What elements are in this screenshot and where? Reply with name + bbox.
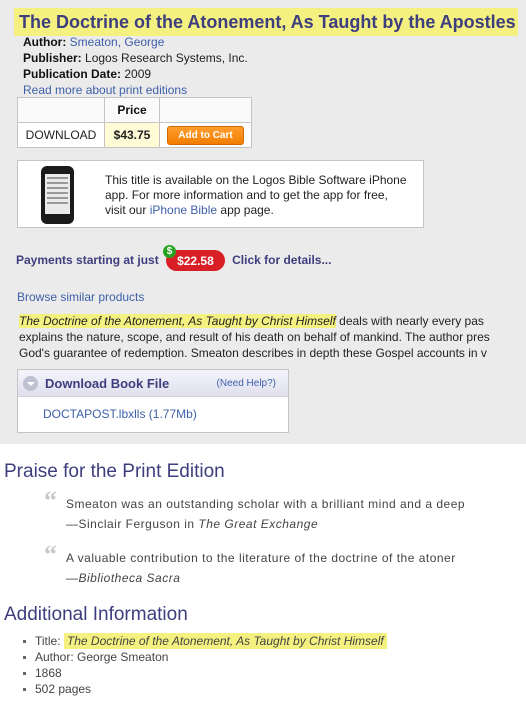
quote-attribution: —Bibliotheca Sacra: [66, 568, 180, 588]
chevron-down-icon[interactable]: [23, 376, 38, 391]
iphone-screen: [45, 174, 70, 214]
product-title: The Doctrine of the Atonement, As Taught…: [14, 8, 518, 36]
publisher-label: Publisher:: [23, 51, 82, 65]
download-file-link[interactable]: DOCTAPOST.lbxlls (1.77Mb): [43, 407, 197, 421]
list-item: Title: The Doctrine of the Atonement, As…: [22, 633, 387, 649]
pubdate-value: 2009: [124, 67, 152, 81]
cart-header: [159, 97, 252, 123]
pubdate-row: Publication Date: 2009: [23, 66, 151, 82]
publisher-value: Logos Research Systems, Inc.: [85, 51, 248, 65]
description-line-2: explains the nature, scope, and result o…: [19, 330, 490, 344]
price-table-header: Price: [17, 97, 252, 123]
format-cell: DOWNLOAD: [17, 122, 105, 148]
payment-amount: $22.58: [177, 253, 214, 268]
format-header: [17, 97, 105, 123]
list-item: 502 pages: [22, 681, 387, 697]
payments-label: Payments starting at just: [16, 253, 159, 268]
download-header[interactable]: Download Book File (Need Help?): [18, 370, 288, 397]
praise-heading: Praise for the Print Edition: [4, 461, 225, 482]
print-editions-row: Read more about print editions: [23, 82, 187, 98]
iphone-device-icon: [41, 166, 74, 224]
quote-source: Bibliotheca Sacra: [78, 571, 181, 585]
dollar-badge-icon: $: [163, 245, 177, 258]
quote-attribution-prefix: —: [66, 571, 79, 585]
publisher-row: Publisher: Logos Research Systems, Inc.: [23, 50, 248, 66]
browse-similar-link[interactable]: Browse similar products: [17, 290, 144, 304]
quote-source: The Great Exchange: [198, 517, 319, 531]
add-to-cart-button[interactable]: Add to Cart: [167, 125, 244, 145]
payments-row: Payments starting at just $ $22.58 Click…: [16, 245, 331, 272]
additional-info-list: Title: The Doctrine of the Atonement, As…: [22, 633, 387, 697]
quote-text: A valuable contribution to the literatur…: [66, 551, 456, 565]
additional-title: The Doctrine of the Atonement, As Taught…: [63, 633, 387, 649]
author-link[interactable]: Smeaton, George: [70, 35, 165, 49]
iphone-line-1: This title is available on the Logos Bib…: [105, 173, 407, 187]
quote-attribution: —Sinclair Ferguson in The Great Exchange: [66, 514, 318, 534]
need-help-link[interactable]: (Need Help?): [217, 378, 276, 389]
iphone-bible-link[interactable]: iPhone Bible: [150, 203, 217, 217]
price-table: Price DOWNLOAD $43.75 Add to Cart: [17, 97, 252, 148]
additional-info-heading: Additional Information: [4, 604, 188, 625]
author-label: Author:: [23, 35, 67, 49]
price-header: Price: [104, 97, 160, 123]
browse-similar-row: Browse similar products: [17, 290, 144, 304]
payment-amount-badge[interactable]: $ $22.58: [163, 245, 225, 271]
cart-cell: Add to Cart: [159, 122, 252, 148]
iphone-promo: This title is available on the Logos Bib…: [17, 160, 424, 228]
iphone-text: This title is available on the Logos Bib…: [105, 173, 407, 218]
iphone-line-3-prefix: visit our: [105, 203, 147, 217]
iphone-line-2: app. For more information and to get the…: [105, 188, 388, 202]
quote-mark-icon: “: [44, 540, 58, 569]
description-line-1: The Doctrine of the Atonement, As Taught…: [19, 313, 526, 329]
iphone-line-3-suffix: app page.: [220, 203, 274, 217]
description-title: The Doctrine of the Atonement, As Taught…: [19, 314, 336, 328]
quote-mark-icon: “: [44, 486, 58, 515]
download-box: Download Book File (Need Help?) DOCTAPOS…: [17, 369, 289, 433]
product-panel: The Doctrine of the Atonement, As Taught…: [0, 0, 526, 444]
price-row: DOWNLOAD $43.75 Add to Cart: [17, 122, 252, 148]
author-row: Author: Smeaton, George: [23, 34, 164, 50]
price-cell: $43.75: [104, 122, 160, 148]
download-title: Download Book File: [45, 376, 170, 391]
description-line-1-rest: deals with nearly every pas: [335, 314, 484, 328]
quote-attribution-prefix: —Sinclair Ferguson in: [66, 517, 199, 531]
description: The Doctrine of the Atonement, As Taught…: [19, 313, 526, 361]
list-item: 1868: [22, 665, 387, 681]
print-editions-link[interactable]: Read more about print editions: [23, 83, 187, 97]
title-label: Title:: [35, 634, 61, 648]
iphone-line-3: visit our iPhone Bible app page.: [105, 203, 407, 218]
list-item: Author: George Smeaton: [22, 649, 387, 665]
quote-text: Smeaton was an outstanding scholar with …: [66, 497, 466, 511]
pubdate-label: Publication Date:: [23, 67, 122, 81]
description-line-3: God's guarantee of redemption. Smeaton d…: [19, 346, 487, 360]
payment-details-link[interactable]: Click for details...: [232, 253, 331, 267]
